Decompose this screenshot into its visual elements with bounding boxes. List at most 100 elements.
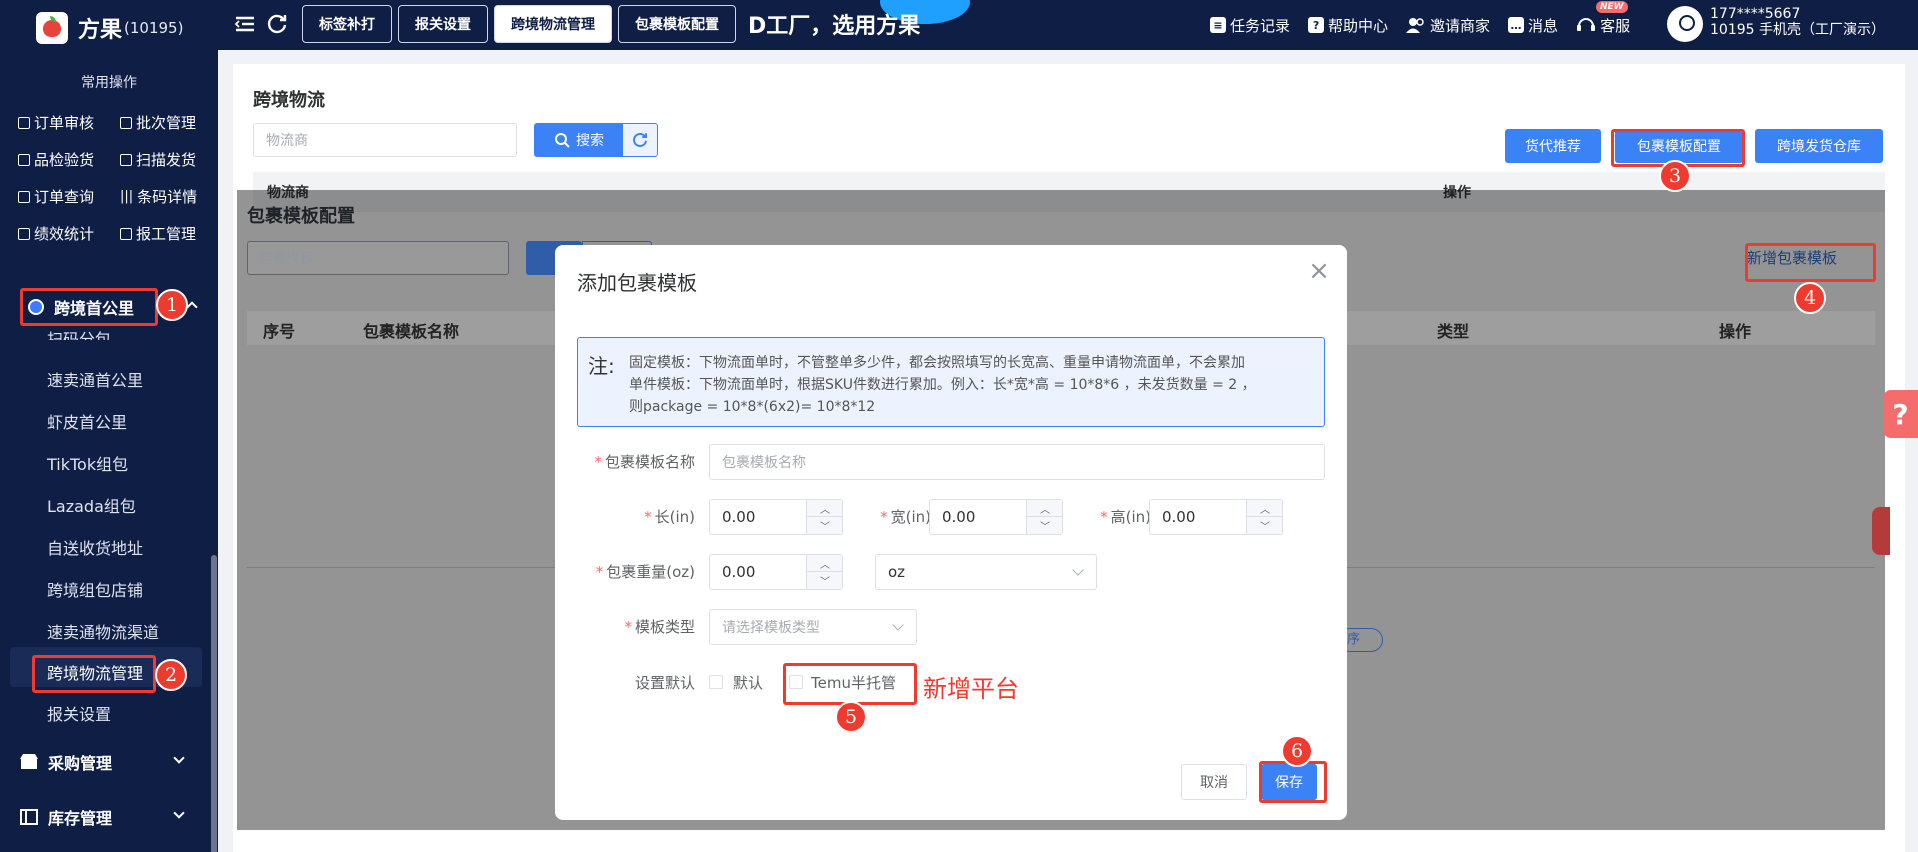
users-icon: [1406, 18, 1424, 33]
weight-unit-select[interactable]: oz: [875, 554, 1097, 590]
width-stepper[interactable]: ︿ ﹀: [1026, 500, 1063, 534]
chevron-down-icon[interactable]: ﹀: [1027, 517, 1063, 534]
checkbox-icon: [18, 116, 30, 129]
quick-quality-check[interactable]: 品检验货: [18, 149, 94, 170]
sidebar-item-shopee-firstmile[interactable]: 虾皮首公里: [47, 409, 127, 433]
step-marker-5: 5: [835, 701, 867, 733]
length-input[interactable]: 0.00 ︿ ﹀: [709, 499, 843, 535]
chevron-up-icon[interactable]: ︿: [1247, 500, 1283, 517]
highlight-box-1: [20, 288, 158, 326]
chevron-up-icon[interactable]: ︿: [807, 555, 843, 572]
app-code: (10195): [124, 19, 184, 37]
quick-work-report[interactable]: 报工管理: [120, 223, 196, 244]
chevron-down-icon[interactable]: ﹀: [1247, 517, 1283, 534]
chevron-down-icon: [173, 752, 185, 764]
col-index: 序号: [263, 322, 296, 341]
close-icon[interactable]: ×: [1307, 258, 1331, 284]
template-name-input[interactable]: 包裹模板名称: [709, 444, 1325, 480]
headset-icon: [1577, 18, 1596, 31]
report-icon: [120, 227, 132, 240]
note-line: 单件模板：下物流面单时，根据SKU件数进行累加。例入：长*宽*高 = 10*8*…: [629, 377, 1256, 393]
user-desc: 10195 手机壳（工厂演示）: [1710, 22, 1885, 38]
new-badge: NEW: [1596, 1, 1628, 13]
width-input[interactable]: 0.00 ︿ ﹀: [929, 499, 1063, 535]
highlight-box-6: [1259, 761, 1327, 803]
tab-customs-settings[interactable]: 报关设置: [398, 5, 488, 43]
app-logo[interactable]: 方果 (10195): [36, 12, 183, 44]
quick-order-query[interactable]: 订单查询: [18, 186, 94, 207]
default-option-label[interactable]: 默认: [733, 672, 763, 693]
weight-input[interactable]: 0.00 ︿ ﹀: [709, 554, 843, 590]
customer-service-link[interactable]: 客服: [1576, 15, 1630, 36]
inspect-icon: [18, 153, 30, 166]
cancel-button[interactable]: 取消: [1181, 764, 1247, 800]
default-checkbox[interactable]: [709, 675, 723, 689]
sidebar-item-aliexpress-firstmile[interactable]: 速卖通首公里: [47, 367, 143, 391]
panel-title: 包裹模板配置: [247, 206, 355, 227]
search-button[interactable]: 搜索: [534, 123, 624, 157]
chevron-up-icon[interactable]: ︿: [1027, 500, 1063, 517]
chevron-down-icon[interactable]: ﹀: [807, 572, 843, 589]
height-input[interactable]: 0.00 ︿ ﹀: [1149, 499, 1283, 535]
col-template-name: 包裹模板名称: [363, 322, 460, 341]
invite-merchant-link[interactable]: 邀请商家: [1406, 15, 1490, 36]
quick-barcode-detail[interactable]: ||| 条码详情: [120, 186, 197, 207]
sidebar-group-purchase[interactable]: 采购管理: [20, 750, 185, 774]
inventory-icon: [20, 809, 38, 825]
quick-batch-manage[interactable]: 批次管理: [120, 112, 196, 133]
chart-icon: [18, 227, 30, 240]
batch-icon: [120, 116, 132, 129]
top-bar: 方果 (10195) D工厂，选用方果 标签补打 报关设置 跨境物流管理 包裹模…: [0, 0, 1918, 50]
refresh-icon: [633, 133, 647, 147]
sidebar: 常用操作 订单审核 批次管理 品检验货 扫描发货 订单查询 ||| 条码详情 绩效…: [0, 50, 218, 852]
length-label: * 长(in): [644, 508, 695, 526]
side-float-tab[interactable]: [1872, 507, 1890, 555]
logo-icon: [36, 12, 68, 44]
col-type: 类型: [1437, 322, 1470, 341]
top-right-actions: ≡ 任务记录 ? 帮助中心 邀请商家 … 消息 客服: [1210, 0, 1630, 50]
refresh-icon[interactable]: [265, 12, 289, 36]
sidebar-item-aliexpress-channels[interactable]: 速卖通物流渠道: [47, 619, 159, 643]
quick-scan-ship[interactable]: 扫描发货: [120, 149, 196, 170]
sidebar-group-inventory[interactable]: 库存管理: [20, 805, 185, 829]
step-marker-4: 4: [1794, 282, 1826, 314]
note-text: 固定模板：下物流面单时，不管整单多少件，都会按照填写的长宽高、重量申请物流面单，…: [629, 352, 1256, 418]
help-center-link[interactable]: ? 帮助中心: [1308, 15, 1388, 36]
width-label: * 宽(in): [880, 508, 931, 526]
quick-order-review[interactable]: 订单审核: [18, 112, 94, 133]
tab-label-reprint[interactable]: 标签补打: [302, 5, 392, 43]
sidebar-item-pack-stores[interactable]: 跨境组包店铺: [47, 577, 143, 601]
chevron-down-icon: [892, 619, 904, 631]
tab-package-template[interactable]: 包裹模板配置: [618, 5, 736, 43]
sidebar-item-tiktok-pack[interactable]: TikTok组包: [47, 451, 128, 475]
help-float-tab[interactable]: ?: [1883, 390, 1918, 438]
task-records-link[interactable]: ≡ 任务记录: [1210, 15, 1290, 36]
template-type-select[interactable]: 请选择模板类型: [709, 609, 917, 645]
quick-performance[interactable]: 绩效统计: [18, 223, 94, 244]
template-search-input[interactable]: 包裹模板: [247, 241, 509, 275]
reset-button[interactable]: [622, 123, 658, 157]
weight-stepper[interactable]: ︿ ﹀: [806, 555, 843, 589]
sidebar-item-lazada-pack[interactable]: Lazada组包: [47, 493, 136, 517]
template-name-label: * 包裹模板名称: [594, 453, 695, 471]
carrier-search-input[interactable]: 物流商: [253, 123, 517, 157]
sidebar-item-customs-settings[interactable]: 报关设置: [47, 701, 111, 725]
user-avatar[interactable]: [1667, 6, 1703, 42]
user-info[interactable]: 177****5667 10195 手机壳（工厂演示）: [1710, 6, 1885, 38]
highlight-box-5: [783, 663, 917, 705]
sidebar-item-partial[interactable]: 扫码分包: [47, 326, 111, 340]
chevron-down-icon[interactable]: ﹀: [807, 517, 843, 534]
crossborder-warehouse-button[interactable]: 跨境发货仓库: [1755, 129, 1883, 163]
length-stepper[interactable]: ︿ ﹀: [806, 500, 843, 534]
note-line: 则package = 10*8*(6x2)= 10*8*12: [629, 399, 876, 415]
sidebar-scrollbar[interactable]: [211, 555, 217, 852]
menu-toggle-icon[interactable]: [233, 12, 257, 36]
chevron-up-icon[interactable]: ︿: [807, 500, 843, 517]
quick-ops-title: 常用操作: [81, 75, 137, 91]
forwarder-recommend-button[interactable]: 货代推荐: [1505, 129, 1601, 163]
step-marker-6: 6: [1281, 735, 1313, 767]
tab-crossborder-logistics[interactable]: 跨境物流管理: [494, 5, 612, 43]
sidebar-item-self-delivery[interactable]: 自送收货地址: [47, 535, 143, 559]
messages-link[interactable]: … 消息: [1508, 15, 1558, 36]
height-stepper[interactable]: ︿ ﹀: [1246, 500, 1283, 534]
